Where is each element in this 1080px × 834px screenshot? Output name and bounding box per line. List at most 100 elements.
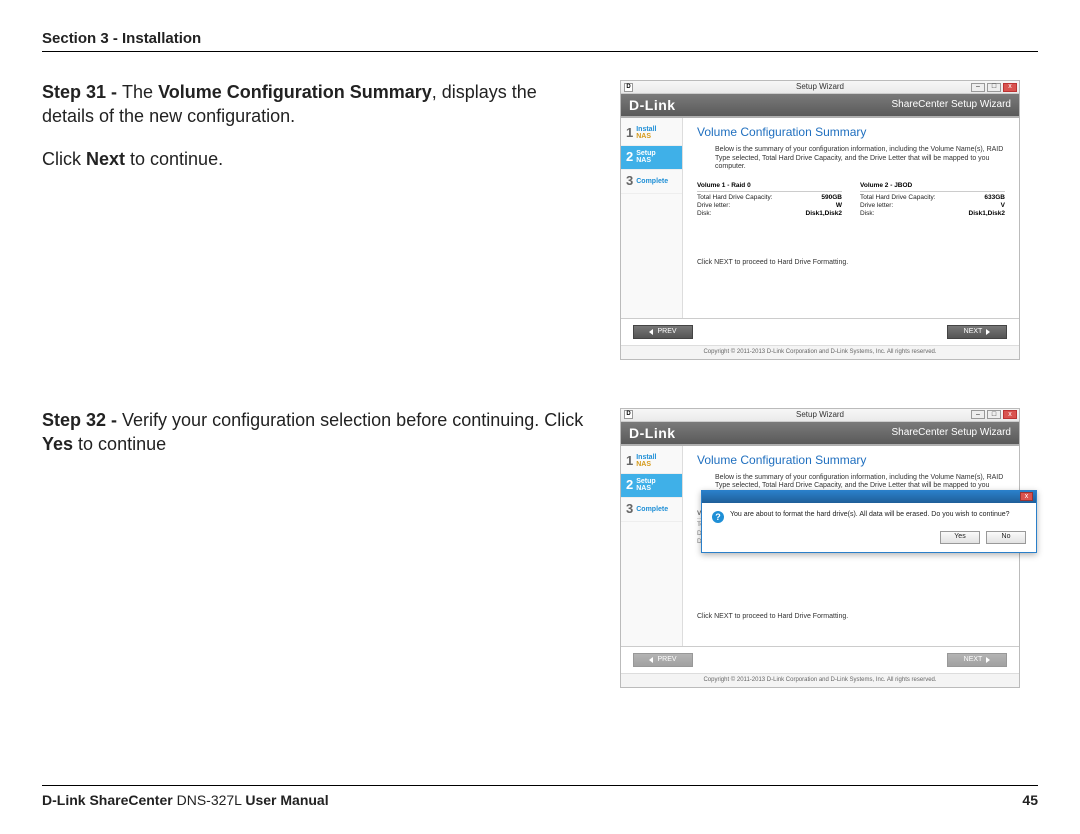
t: The bbox=[122, 82, 158, 102]
volume-summary: Volume 1 - Raid 0 Total Hard Drive Capac… bbox=[697, 182, 1005, 219]
sidebar-step-complete[interactable]: 3 Complete bbox=[621, 498, 682, 522]
v: V bbox=[1001, 202, 1005, 209]
page-footer: D-Link ShareCenter DNS-327L User Manual … bbox=[42, 785, 1038, 808]
window-minimize-button[interactable]: – bbox=[971, 410, 985, 419]
volume-1: Volume 1 - Raid 0 Total Hard Drive Capac… bbox=[697, 182, 842, 219]
wizard-main: Volume Configuration Summary Below is th… bbox=[683, 446, 1019, 646]
wizard-nav: PREV NEXT bbox=[621, 646, 1019, 673]
confirm-dialog: x ? You are about to format the hard dri… bbox=[701, 490, 1037, 553]
window-title: Setup Wizard bbox=[621, 410, 1019, 419]
wizard-subtitle: ShareCenter Setup Wizard bbox=[891, 99, 1011, 111]
wizard-page-title: Volume Configuration Summary bbox=[697, 126, 1005, 140]
sidebar-step-install[interactable]: 1 InstallNAS bbox=[621, 122, 682, 146]
l: Install bbox=[636, 126, 656, 133]
step-label: Step 32 - bbox=[42, 410, 122, 430]
step-num: 2 bbox=[626, 150, 633, 165]
window-title: Setup Wizard bbox=[621, 82, 1019, 91]
window-close-button[interactable]: x bbox=[1003, 83, 1017, 92]
lbl: PREV bbox=[657, 656, 676, 664]
v: 633GB bbox=[984, 194, 1005, 201]
brand-bar: D-Link ShareCenter Setup Wizard bbox=[621, 94, 1019, 118]
arrow-right-icon bbox=[986, 657, 990, 663]
arrow-right-icon bbox=[986, 329, 990, 335]
l: Complete bbox=[636, 506, 668, 513]
k: Drive letter: bbox=[697, 202, 730, 209]
k: Disk: bbox=[860, 210, 874, 217]
sidebar-step-setup[interactable]: 2 SetupNAS bbox=[621, 474, 682, 498]
wizard-page-title: Volume Configuration Summary bbox=[697, 454, 1005, 468]
volume-2: Volume 2 - JBOD Total Hard Drive Capacit… bbox=[860, 182, 1005, 219]
l: NAS bbox=[636, 133, 656, 140]
prev-button[interactable]: PREV bbox=[633, 325, 693, 339]
l: Install bbox=[636, 454, 656, 461]
v: 590GB bbox=[821, 194, 842, 201]
brand-bar: D-Link ShareCenter Setup Wizard bbox=[621, 422, 1019, 446]
page-number: 45 bbox=[1022, 792, 1038, 808]
k: Drive letter: bbox=[860, 202, 893, 209]
v: W bbox=[836, 202, 842, 209]
l: Setup bbox=[636, 478, 655, 485]
next-button: NEXT bbox=[947, 653, 1007, 667]
next-button[interactable]: NEXT bbox=[947, 325, 1007, 339]
wizard-hint: Click NEXT to proceed to Hard Drive Form… bbox=[697, 613, 1005, 621]
bold: Volume Configuration Summary bbox=[158, 82, 432, 102]
step-num: 3 bbox=[626, 502, 633, 517]
question-icon: ? bbox=[712, 511, 724, 523]
step-num: 2 bbox=[626, 478, 633, 493]
t: to continue. bbox=[125, 149, 223, 169]
t: Verify your configuration selection befo… bbox=[122, 410, 583, 430]
v: Disk1,Disk2 bbox=[969, 210, 1006, 217]
sidebar-step-setup[interactable]: 2 SetupNAS bbox=[621, 146, 682, 170]
step-31-text: Step 31 - The Volume Configuration Summa… bbox=[42, 80, 592, 189]
wizard-subtitle: ShareCenter Setup Wizard bbox=[891, 427, 1011, 439]
window-titlebar: D Setup Wizard – □ x bbox=[621, 409, 1019, 422]
l: Setup bbox=[636, 150, 655, 157]
wizard-sidebar: 1 InstallNAS 2 SetupNAS 3 Complete bbox=[621, 118, 683, 318]
volume-name: Volume 1 - Raid 0 bbox=[697, 182, 842, 191]
window-maximize-button[interactable]: □ bbox=[987, 410, 1001, 419]
step-32-text: Step 32 - Verify your configuration sele… bbox=[42, 408, 592, 475]
window-titlebar: D Setup Wizard – □ x bbox=[621, 81, 1019, 94]
lbl: NEXT bbox=[964, 328, 983, 336]
copyright: Copyright © 2011-2013 D-Link Corporation… bbox=[621, 673, 1019, 687]
dlink-logo: D-Link bbox=[629, 97, 676, 113]
copyright: Copyright © 2011-2013 D-Link Corporation… bbox=[621, 345, 1019, 359]
sidebar-step-complete[interactable]: 3 Complete bbox=[621, 170, 682, 194]
screenshot-step32: D Setup Wizard – □ x D-Link ShareCenter … bbox=[620, 408, 1020, 688]
dialog-yes-button[interactable]: Yes bbox=[940, 531, 980, 544]
dialog-no-button[interactable]: No bbox=[986, 531, 1026, 544]
lbl: NEXT bbox=[964, 656, 983, 664]
l: Complete bbox=[636, 178, 668, 185]
wizard-main: Volume Configuration Summary Below is th… bbox=[683, 118, 1019, 318]
l: NAS bbox=[636, 461, 656, 468]
section-header: Section 3 - Installation bbox=[42, 30, 1038, 52]
step-num: 3 bbox=[626, 174, 633, 189]
k: Total Hard Drive Capacity: bbox=[697, 194, 773, 201]
l: NAS bbox=[636, 485, 655, 492]
step-num: 1 bbox=[626, 454, 633, 469]
arrow-left-icon bbox=[649, 657, 653, 663]
wizard-sidebar: 1 InstallNAS 2 SetupNAS 3 Complete bbox=[621, 446, 683, 646]
bold: Next bbox=[86, 149, 125, 169]
step-label: Step 31 - bbox=[42, 82, 122, 102]
sidebar-step-install[interactable]: 1 InstallNAS bbox=[621, 450, 682, 474]
step-num: 1 bbox=[626, 126, 633, 141]
step-32-row: Step 32 - Verify your configuration sele… bbox=[42, 408, 1038, 688]
prev-button: PREV bbox=[633, 653, 693, 667]
dlink-logo: D-Link bbox=[629, 425, 676, 441]
wizard-hint: Click NEXT to proceed to Hard Drive Form… bbox=[697, 259, 1005, 267]
dialog-close-button[interactable]: x bbox=[1020, 492, 1033, 501]
step-31-row: Step 31 - The Volume Configuration Summa… bbox=[42, 80, 1038, 360]
k: Total Hard Drive Capacity: bbox=[860, 194, 936, 201]
window-close-button[interactable]: x bbox=[1003, 410, 1017, 419]
wizard-nav: PREV NEXT bbox=[621, 318, 1019, 345]
t: to continue bbox=[73, 434, 166, 454]
t: DNS-327L User Manual bbox=[177, 792, 329, 808]
dialog-titlebar: x bbox=[702, 491, 1036, 503]
wizard-description: Below is the summary of your configurati… bbox=[697, 146, 1005, 172]
t: Click bbox=[42, 149, 86, 169]
arrow-left-icon bbox=[649, 329, 653, 335]
window-minimize-button[interactable]: – bbox=[971, 83, 985, 92]
screenshot-step31: D Setup Wizard – □ x D-Link ShareCenter … bbox=[620, 80, 1020, 360]
window-maximize-button[interactable]: □ bbox=[987, 83, 1001, 92]
